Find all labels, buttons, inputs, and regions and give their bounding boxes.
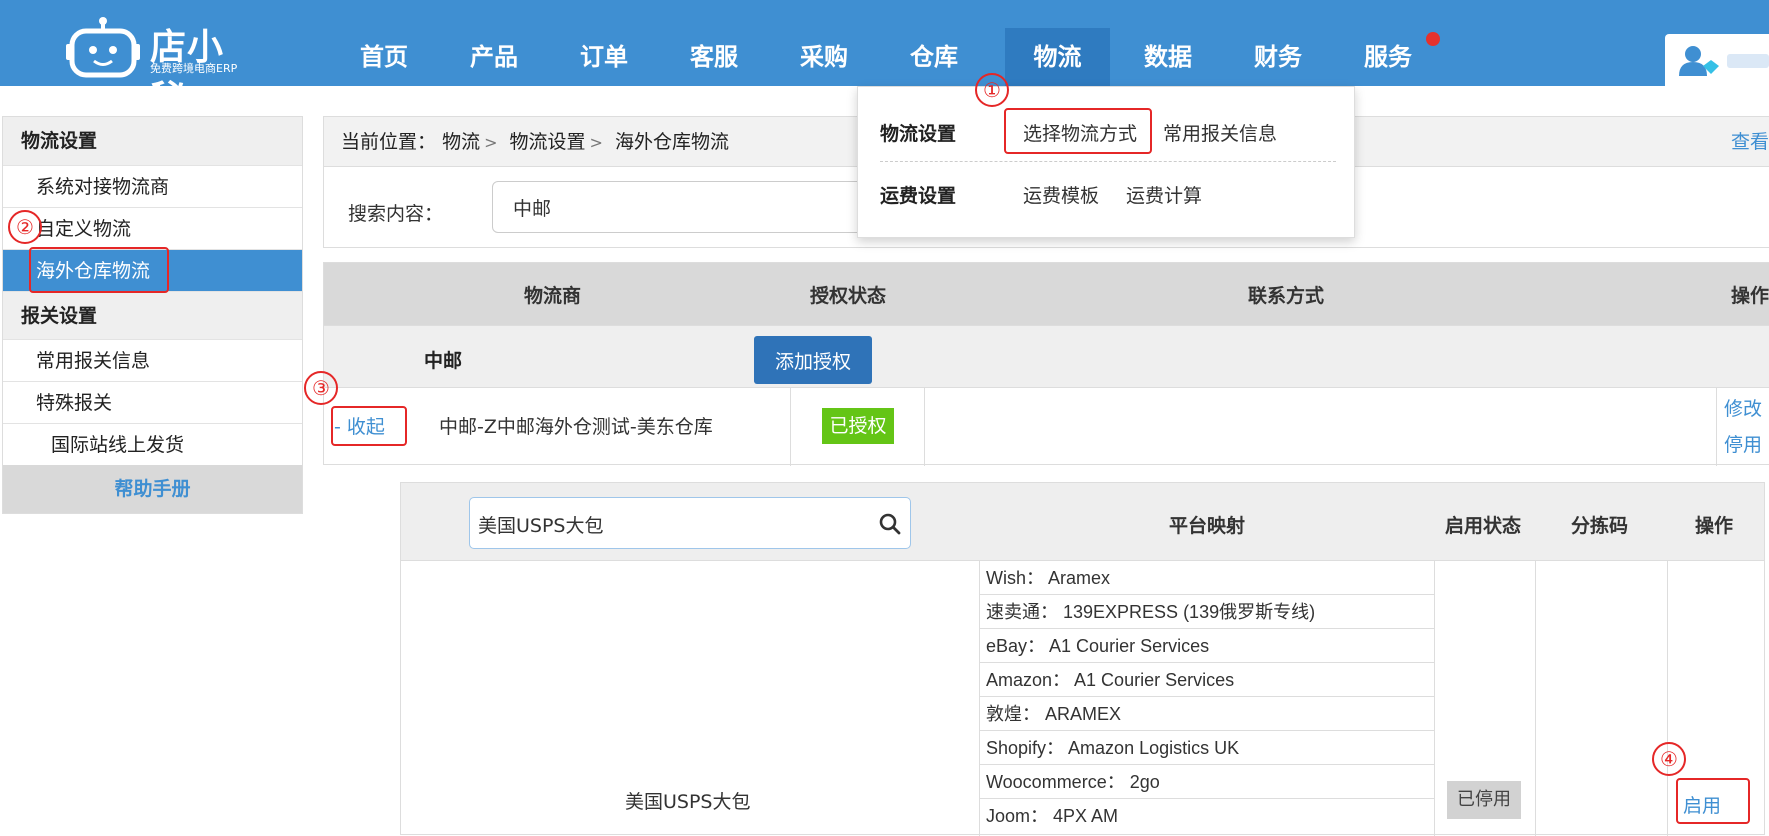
divider [880,161,1336,162]
menu-item-customs-info[interactable]: 常用报关信息 [1163,119,1277,146]
sidebar: 物流设置 系统对接物流商 自定义物流 海外仓库物流 报关设置 常用报关信息 特殊… [2,116,303,514]
annotation-number-3: ③ [304,371,338,405]
menu-item-freight-calculator[interactable]: 运费计算 [1126,181,1202,208]
list-item: Amazon： A1 Courier Services [980,663,1434,697]
logo[interactable]: 店小秘 免费跨境电商ERP [66,8,256,120]
nav-purchase[interactable]: 采购 [769,28,879,86]
col-sorting-code: 分拣码 [1571,515,1629,537]
sidebar-item-intl-shipping[interactable]: 国际站线上发货 [3,423,302,465]
status-badge: 已停用 [1447,781,1521,819]
col-auth-status: 授权状态 [810,285,887,307]
nav-orders[interactable]: 订单 [549,28,659,86]
annotation-number-2: ② [8,210,42,244]
breadcrumb-overseas-warehouse: 海外仓库物流 [615,131,730,153]
nav-finance[interactable]: 财务 [1223,28,1333,86]
annotation-number-4: ④ [1652,742,1686,776]
table-row: - 收起 中邮-Z中邮海外仓测试-美东仓库 已授权 修改 停用 [324,387,1769,466]
disable-link[interactable]: 停用 [1724,430,1762,457]
sidebar-item-customs-info[interactable]: 常用报关信息 [3,339,302,381]
shipping-method-table: 平台映射 启用状态 分拣码 操作 美国USPS大包 Wish： Aramex 速… [400,482,1765,836]
chevron-right-icon: > [484,133,498,152]
search-label: 搜索内容： [348,203,444,225]
col-actions: 操作 [1695,515,1734,537]
annotation-box-2 [29,247,169,293]
method-name: 美国USPS大包 [625,791,751,813]
annotation-number-1: ① [975,73,1009,107]
nav-customer-service[interactable]: 客服 [659,28,769,86]
user-icon [1679,46,1719,76]
col-contact: 联系方式 [1248,285,1325,307]
view-link[interactable]: 查看 [1731,117,1769,167]
annotation-box-3 [331,406,407,446]
user-menu[interactable] [1665,34,1769,86]
sidebar-item-system-carriers[interactable]: 系统对接物流商 [3,165,302,207]
breadcrumb-prefix: 当前位置： [341,131,437,153]
table-header: 平台映射 启用状态 分拣码 操作 [401,483,1764,561]
carrier-group-row: 中邮 添加授权 [324,325,1769,387]
help-manual-link[interactable]: 帮助手册 [3,465,302,513]
col-platform-mapping: 平台映射 [1169,515,1246,537]
divider [924,388,925,466]
list-item: Wish： Aramex [980,561,1434,595]
username-blur [1727,54,1769,68]
add-authorization-button[interactable]: 添加授权 [754,336,872,384]
nav-products[interactable]: 产品 [439,28,549,86]
nav-data[interactable]: 数据 [1113,28,1223,86]
method-search-box [469,497,911,549]
list-item: Woocommerce： 2go [980,765,1434,799]
sidebar-section-logistics: 物流设置 [3,117,302,165]
col-actions: 操作 [1731,285,1769,307]
nav-warehouse[interactable]: 仓库 [879,28,989,86]
dropdown-group-freight-settings: 运费设置 [880,185,957,207]
list-item: 速卖通： 139EXPRESS (139俄罗斯专线) [980,595,1434,629]
top-navbar: 店小秘 免费跨境电商ERP 首页 产品 订单 客服 采购 仓库 物流 数据 财务… [0,0,1769,120]
divider [1716,388,1717,466]
edit-link[interactable]: 修改 [1724,394,1762,421]
warehouse-name: 中邮-Z中邮海外仓测试-美东仓库 [439,416,713,438]
platform-mapping-list: Wish： Aramex 速卖通： 139EXPRESS (139俄罗斯专线) … [979,561,1435,836]
table-header: 物流商 授权状态 联系方式 操作 [324,263,1769,325]
list-item: eBay： A1 Courier Services [980,629,1434,663]
divider [1667,561,1668,836]
annotation-box-1 [1004,108,1152,154]
menu-item-freight-template[interactable]: 运费模板 [1023,181,1099,208]
nav-home[interactable]: 首页 [329,28,439,86]
carrier-table: 物流商 授权状态 联系方式 操作 中邮 添加授权 - 收起 中邮-Z中邮海外仓测… [323,262,1769,466]
sidebar-section-customs: 报关设置 [3,291,302,339]
method-search-input[interactable] [478,510,858,538]
breadcrumb-logistics[interactable]: 物流 [442,131,480,153]
col-carrier: 物流商 [524,285,582,307]
robot-logo-icon [66,17,140,78]
col-enable-status: 启用状态 [1445,515,1522,537]
brand-tagline: 免费跨境电商ERP [150,62,238,75]
carrier-name: 中邮 [424,350,463,372]
list-item: Joom： 4PX AM [986,806,1119,826]
breadcrumb-logistics-settings[interactable]: 物流设置 [510,131,586,153]
status-badge: 已授权 [822,408,894,444]
sidebar-item-custom-logistics[interactable]: 自定义物流 [3,207,302,249]
divider [1535,561,1536,836]
nav-logistics[interactable]: 物流 [1005,28,1110,86]
list-item: 敦煌： ARAMEX [980,697,1434,731]
annotation-box-4 [1676,778,1750,824]
sidebar-item-special-customs[interactable]: 特殊报关 [3,381,302,423]
search-icon[interactable] [878,512,902,536]
search-input[interactable] [492,181,892,233]
dropdown-group-logistics-settings: 物流设置 [880,123,957,145]
chevron-right-icon: > [589,133,603,152]
divider [790,388,791,466]
list-item: Shopify： Amazon Logistics UK [980,731,1434,765]
notification-dot [1426,32,1440,46]
